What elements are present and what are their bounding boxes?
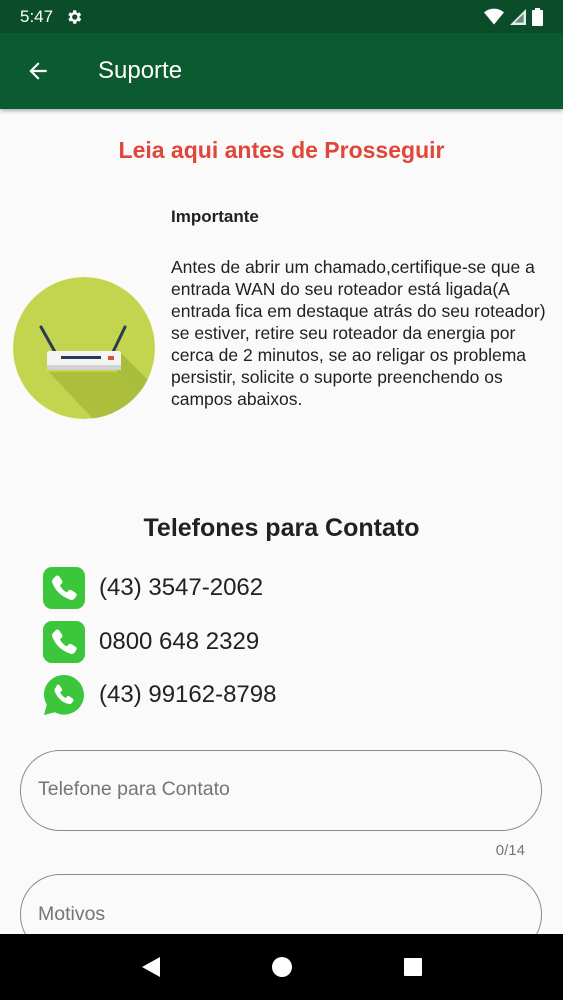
phone-row-2[interactable]: 0800 648 2329 (42, 620, 259, 664)
phone-contact-field[interactable]: Telefone para Contato (20, 750, 542, 831)
nav-recents-button[interactable] (393, 947, 433, 987)
system-nav-bar (0, 934, 563, 1000)
phone-icon (43, 621, 85, 663)
status-time: 5:47 (20, 6, 54, 26)
arrow-back-icon (29, 62, 47, 80)
home-circle-icon (271, 957, 292, 977)
phone-number-1: (43) 3547-2062 (99, 574, 264, 601)
important-text: Antes de abrir um chamado,certifique-se … (171, 257, 546, 409)
gear-icon (68, 9, 82, 24)
reason-placeholder: Motivos (38, 903, 106, 925)
app-bar: Suporte (0, 33, 563, 109)
nav-back-button[interactable] (131, 947, 171, 987)
phone-icon (43, 567, 85, 609)
back-triangle-icon (141, 957, 160, 977)
recents-square-icon (403, 958, 422, 976)
signal-icon (510, 8, 526, 25)
wifi-icon (484, 8, 504, 24)
phone-number-2: 0800 648 2329 (99, 628, 260, 655)
whatsapp-icon (44, 675, 84, 715)
page-title: Suporte (98, 57, 183, 84)
phone-number-3: (43) 99162-8798 (99, 681, 277, 708)
router-image (13, 277, 155, 419)
char-counter: 0/14 (495, 842, 525, 859)
battery-icon (532, 7, 543, 26)
important-label: Importante (171, 207, 259, 226)
reason-field[interactable]: Motivos (20, 874, 542, 934)
phone-row-1[interactable]: (43) 3547-2062 (42, 566, 263, 610)
phone-contact-placeholder: Telefone para Contato (38, 778, 230, 800)
notice-title: Leia aqui antes de Prosseguir (118, 137, 445, 163)
router-icon (13, 277, 155, 419)
back-button[interactable] (10, 43, 66, 99)
main-content[interactable]: Leia aqui antes de Prosseguir Importante… (0, 109, 563, 934)
status-bar: 5:47 (0, 0, 563, 33)
contacts-title: Telefones para Contato (143, 514, 420, 542)
nav-home-button[interactable] (262, 947, 302, 987)
phone-row-3[interactable]: (43) 99162-8798 (42, 673, 276, 717)
